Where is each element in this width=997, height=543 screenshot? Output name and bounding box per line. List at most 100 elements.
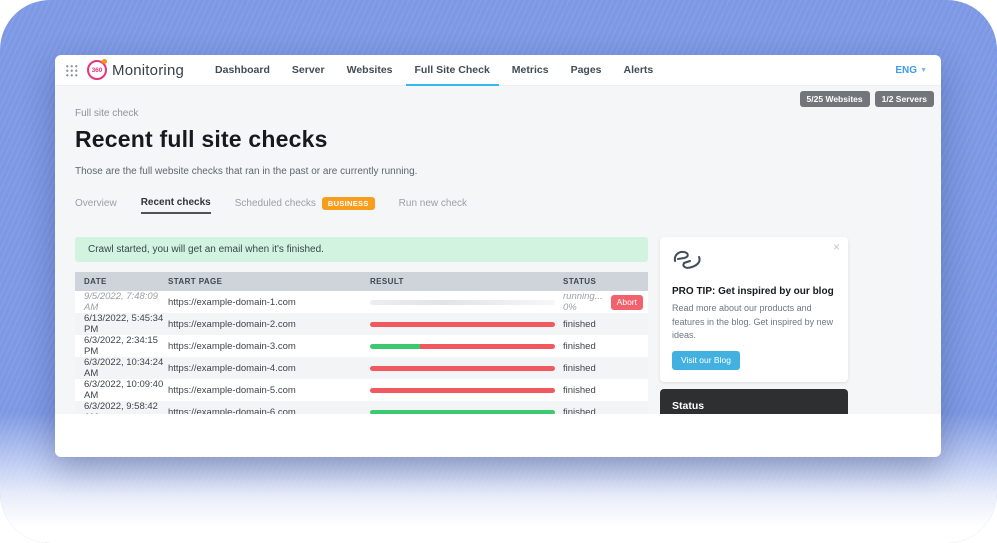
- pro-tip-body: Read more about our products and feature…: [672, 302, 836, 343]
- bar-segment-red: [370, 388, 555, 393]
- column-header-status: STATUS: [563, 277, 648, 286]
- check-result-cell: [370, 300, 563, 305]
- main-nav: DashboardServerWebsitesFull Site CheckMe…: [204, 55, 664, 85]
- check-date: 9/5/2022, 7:48:09 AM: [75, 291, 168, 313]
- business-badge: BUSINESS: [322, 197, 375, 210]
- check-status-text: running... 0%: [563, 291, 606, 313]
- abort-button[interactable]: Abort: [611, 295, 643, 310]
- status-panel: Status SERVERS0 open alert(s)0 servers d…: [660, 389, 848, 415]
- bar-segment-red: [370, 322, 555, 327]
- check-start-page: https://example-domain-1.com: [168, 297, 370, 308]
- logo[interactable]: 360 Monitoring: [87, 60, 184, 80]
- app-header: 360 Monitoring DashboardServerWebsitesFu…: [55, 55, 941, 86]
- check-start-page: https://example-domain-2.com: [168, 319, 370, 330]
- check-status-text: finished: [563, 385, 596, 396]
- nav-item-metrics[interactable]: Metrics: [501, 55, 560, 85]
- column-header-start-page: START PAGE: [168, 277, 370, 286]
- check-result-cell: [370, 366, 563, 371]
- pro-tip-card: × PRO TIP: Get inspired by our blog Read…: [660, 237, 848, 382]
- check-result-cell: [370, 410, 563, 415]
- table-body: 9/5/2022, 7:48:09 AMhttps://example-doma…: [75, 291, 648, 414]
- table-row: 6/3/2022, 10:34:24 AMhttps://example-dom…: [75, 357, 648, 379]
- checks-table: DATESTART PAGERESULTSTATUS 9/5/2022, 7:4…: [75, 272, 648, 414]
- tab-bar: Overview Recent checks Scheduled checks BUS…: [75, 192, 941, 214]
- check-status-text: finished: [563, 341, 596, 352]
- breadcrumb: Full site check: [75, 108, 941, 119]
- page-subtitle: Those are the full website checks that r…: [75, 166, 941, 177]
- logo-360-icon: 360: [87, 60, 107, 80]
- marketing-frame-stage: 360 Monitoring DashboardServerWebsitesFu…: [0, 0, 997, 543]
- table-row: 6/13/2022, 5:45:34 PMhttps://example-dom…: [75, 313, 648, 335]
- bar-segment-red: [370, 366, 555, 371]
- quota-badges: 5/25 Websites 1/2 Servers: [800, 91, 934, 107]
- scribble-lightning-icon: [672, 248, 703, 274]
- check-result-cell: [370, 322, 563, 327]
- close-icon[interactable]: ×: [833, 240, 840, 254]
- tab-recent-checks[interactable]: Recent checks: [141, 192, 211, 214]
- nav-item-websites[interactable]: Websites: [336, 55, 404, 85]
- status-panel-title: Status: [672, 400, 836, 412]
- check-status-text: finished: [563, 319, 596, 330]
- tab-label: Scheduled checks: [235, 198, 316, 209]
- check-date: 6/3/2022, 9:58:42 AM: [75, 401, 168, 414]
- column-header-result: RESULT: [370, 277, 563, 286]
- check-date: 6/13/2022, 5:45:34 PM: [75, 313, 168, 335]
- nav-item-full-site-check[interactable]: Full Site Check: [404, 55, 501, 85]
- progress-bar: [370, 344, 555, 349]
- check-start-page: https://example-domain-4.com: [168, 363, 370, 374]
- tab-overview[interactable]: Overview: [75, 192, 117, 214]
- bar-segment-green: [370, 410, 555, 415]
- check-start-page: https://example-domain-3.com: [168, 341, 370, 352]
- page-title: Recent full site checks: [75, 126, 941, 153]
- check-date: 6/3/2022, 10:09:40 AM: [75, 379, 168, 401]
- tab-label: Overview: [75, 198, 117, 209]
- check-result-cell: [370, 388, 563, 393]
- check-start-page: https://example-domain-6.com: [168, 407, 370, 415]
- check-start-page: https://example-domain-5.com: [168, 385, 370, 396]
- table-header-row: DATESTART PAGERESULTSTATUS: [75, 272, 648, 291]
- tab-scheduled-checks[interactable]: Scheduled checks BUSINESS: [235, 192, 375, 214]
- success-alert: Crawl started, you will get an email whe…: [75, 237, 648, 262]
- check-date: 6/3/2022, 10:34:24 AM: [75, 357, 168, 379]
- language-label: ENG: [895, 65, 917, 76]
- quota-badge-1-2-servers: 1/2 Servers: [875, 91, 934, 107]
- main-columns: Crawl started, you will get an email whe…: [75, 237, 941, 414]
- check-status-cell: finished: [563, 385, 648, 396]
- tab-label: Run new check: [399, 198, 467, 209]
- check-status-text: finished: [563, 407, 596, 415]
- nav-item-pages[interactable]: Pages: [560, 55, 613, 85]
- bar-segment-green: [370, 344, 420, 349]
- check-status-text: finished: [563, 363, 596, 374]
- sidebar-column: × PRO TIP: Get inspired by our blog Read…: [660, 237, 848, 414]
- check-date: 6/3/2022, 2:34:15 PM: [75, 335, 168, 357]
- column-header-date: DATE: [75, 277, 168, 286]
- language-selector[interactable]: ENG ▼: [895, 65, 927, 76]
- progress-bar: [370, 366, 555, 371]
- table-row: 6/3/2022, 2:34:15 PMhttps://example-doma…: [75, 335, 648, 357]
- apps-grid-icon[interactable]: [64, 63, 78, 77]
- page-content: 5/25 Websites 1/2 Servers Full site check…: [55, 86, 941, 414]
- check-status-cell: finished: [563, 319, 648, 330]
- nav-item-server[interactable]: Server: [281, 55, 336, 85]
- check-status-cell: finished: [563, 407, 648, 415]
- check-result-cell: [370, 344, 563, 349]
- chevron-down-icon: ▼: [920, 67, 927, 74]
- checks-column: Crawl started, you will get an email whe…: [75, 237, 648, 414]
- table-row: 6/3/2022, 9:58:42 AMhttps://example-doma…: [75, 401, 648, 414]
- progress-bar: [370, 388, 555, 393]
- progress-bar: [370, 322, 555, 327]
- nav-item-alerts[interactable]: Alerts: [613, 55, 665, 85]
- table-row: 6/3/2022, 10:09:40 AMhttps://example-dom…: [75, 379, 648, 401]
- visit-blog-button[interactable]: Visit our Blog: [672, 351, 740, 370]
- tab-run-new-check[interactable]: Run new check: [399, 192, 467, 214]
- check-status-cell: finished: [563, 341, 648, 352]
- quota-badge-5-25-websites: 5/25 Websites: [800, 91, 870, 107]
- app-window: 360 Monitoring DashboardServerWebsitesFu…: [55, 55, 941, 457]
- progress-bar: [370, 410, 555, 415]
- logo-name: Monitoring: [112, 62, 184, 79]
- pro-tip-title: PRO TIP: Get inspired by our blog: [672, 286, 836, 297]
- table-row: 9/5/2022, 7:48:09 AMhttps://example-doma…: [75, 291, 648, 313]
- tab-label: Recent checks: [141, 197, 211, 208]
- nav-item-dashboard[interactable]: Dashboard: [204, 55, 281, 85]
- check-status-cell: finished: [563, 363, 648, 374]
